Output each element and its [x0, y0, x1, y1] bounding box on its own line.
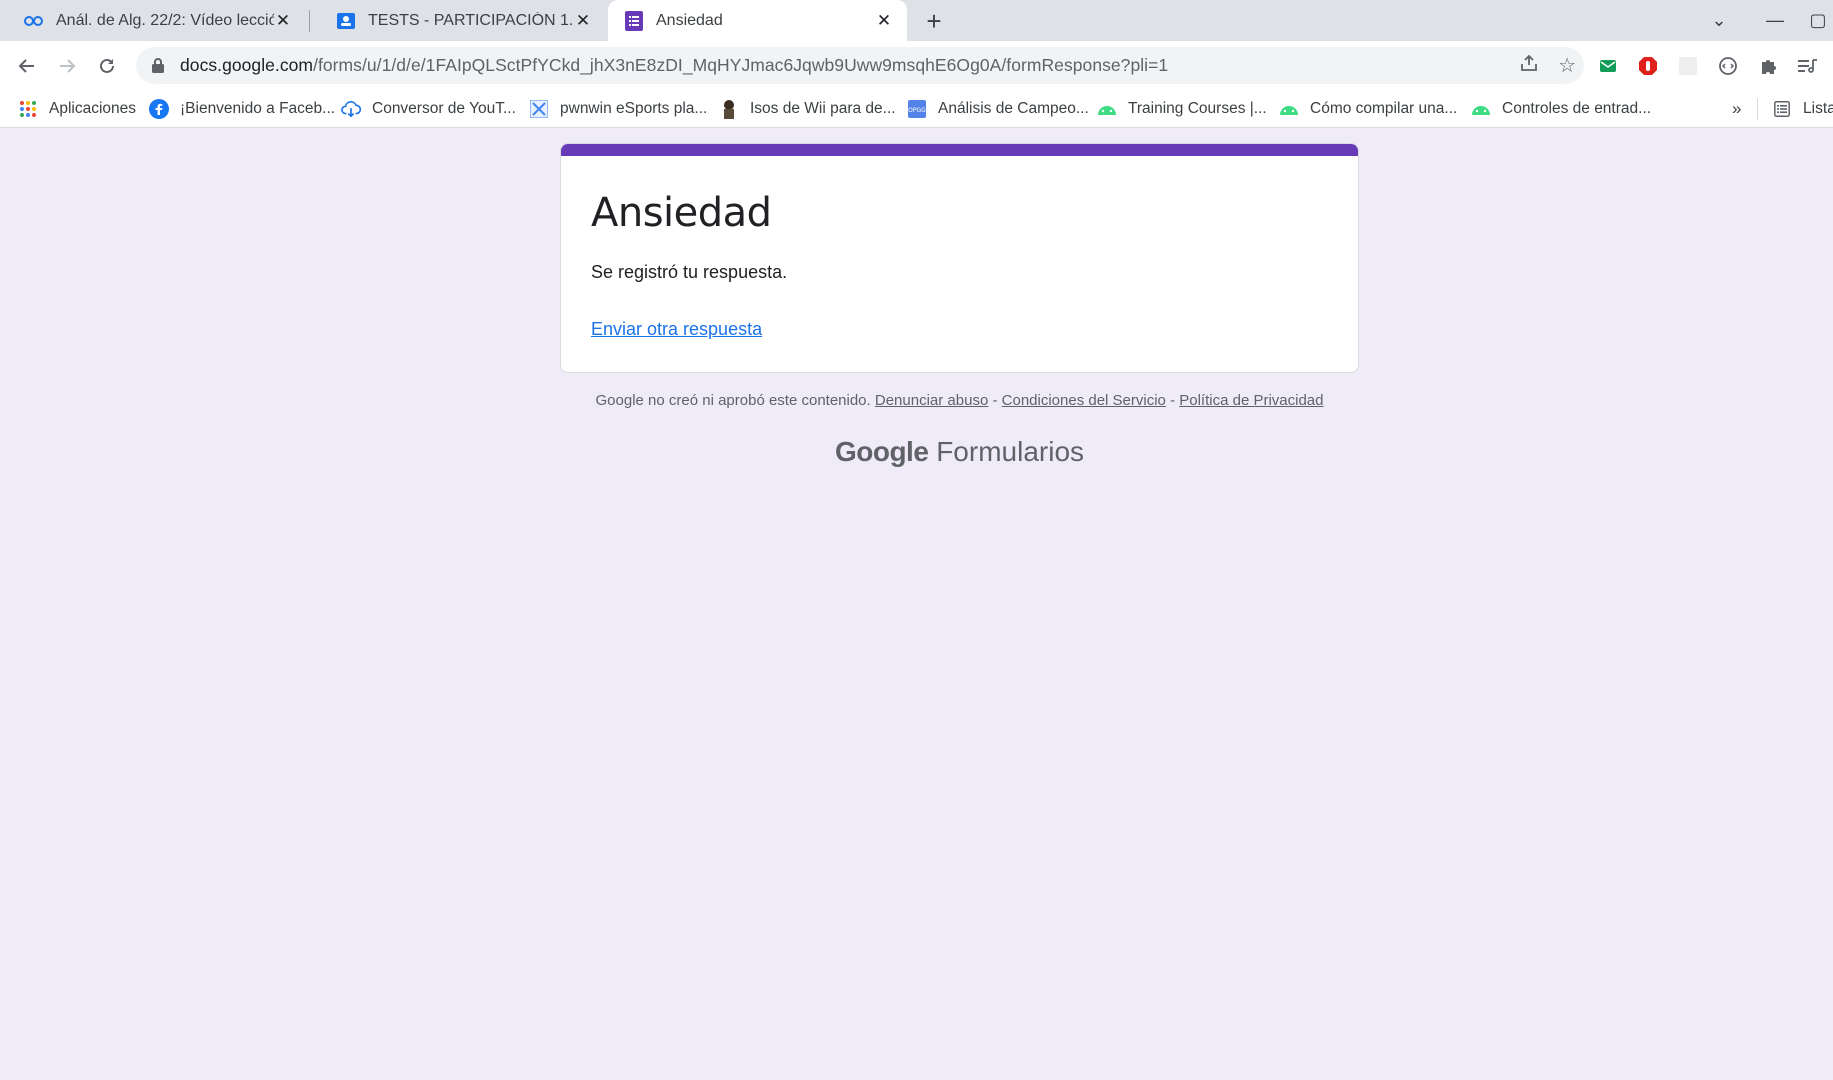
tab-title: TESTS - PARTICIPACIÓN 1.3 [368, 11, 574, 29]
cloud-download-icon [341, 99, 361, 119]
tab-tests[interactable]: TESTS - PARTICIPACIÓN 1.3 ✕ [312, 0, 606, 41]
pwnwin-icon [529, 99, 549, 119]
bookmark-como-compilar[interactable]: Cómo compilar una... [1279, 90, 1457, 128]
reload-icon [100, 58, 114, 73]
blank-extension-icon[interactable] [1675, 53, 1701, 79]
tab-search-icon[interactable]: ⌄ [1691, 10, 1747, 31]
forward-button[interactable] [52, 51, 82, 81]
google-forms-logo[interactable]: Google Formularios [560, 436, 1359, 468]
bookmark-pwnwin[interactable]: pwnwin eSports pla... [529, 90, 707, 128]
report-abuse-link[interactable]: Denunciar abuso [875, 392, 988, 409]
tab-divider [309, 10, 310, 32]
circle-extension-icon[interactable] [1715, 53, 1741, 79]
apps-grid-icon [18, 99, 38, 119]
bookmark-aplicaciones[interactable]: Aplicaciones [18, 90, 136, 128]
media-control-icon[interactable] [1795, 53, 1821, 79]
bookmarks-overflow-button[interactable]: » [1732, 90, 1741, 128]
window-controls: ⌄ — ▢ [1691, 0, 1833, 41]
bookmark-label: Training Courses |... [1128, 100, 1267, 117]
google-forms-icon [624, 10, 644, 31]
back-arrow-icon [18, 59, 34, 73]
share-icon[interactable] [1520, 54, 1538, 78]
close-tab-icon[interactable]: ✕ [274, 11, 292, 30]
tab-ansiedad[interactable]: Ansiedad ✕ [608, 0, 907, 41]
bookmark-conversor[interactable]: Conversor de YouT... [341, 90, 516, 128]
form-title: Ansiedad [591, 190, 772, 236]
browser-toolbar: docs.google.com/forms/u/1/d/e/1FAIpQLSct… [0, 41, 1833, 90]
bookmarks-divider [1757, 90, 1758, 128]
separator: - [992, 392, 998, 409]
bookmark-label: Cómo compilar una... [1310, 100, 1458, 117]
separator: - [1170, 392, 1176, 409]
bookmark-star-icon[interactable]: ☆ [1558, 53, 1576, 78]
extensions-area [1595, 47, 1821, 84]
puzzle-extensions-icon[interactable] [1755, 53, 1781, 79]
android-icon [1279, 99, 1299, 119]
android-icon [1471, 99, 1491, 119]
google-wordmark: Google [834, 436, 929, 467]
bookmark-label: Aplicaciones [49, 100, 137, 117]
url-text: docs.google.com/forms/u/1/d/e/1FAIpQLSct… [180, 55, 1168, 76]
ea-logo-icon [24, 11, 44, 31]
tab-strip: Anál. de Alg. 22/2: Vídeo lección: ✕ TES… [0, 0, 1833, 41]
bookmark-opgg[interactable]: OPGG Análisis de Campeo... [907, 90, 1089, 128]
card-accent-bar [561, 144, 1358, 156]
terms-of-service-link[interactable]: Condiciones del Servicio [1002, 392, 1166, 409]
svg-text:OPGG: OPGG [908, 107, 926, 114]
mail-extension-icon[interactable] [1595, 53, 1621, 79]
bookmark-label: Conversor de YouT... [372, 100, 516, 117]
facebook-icon [149, 99, 169, 119]
bookmark-isos-wii[interactable]: Isos de Wii para de... [719, 90, 896, 128]
bookmark-label: Análisis de Campeo... [938, 100, 1089, 117]
submit-another-response-link[interactable]: Enviar otra respuesta [591, 319, 762, 340]
tab-title: Ansiedad [656, 11, 723, 29]
url-host: docs.google.com [180, 55, 314, 75]
minimize-icon[interactable]: — [1747, 10, 1803, 31]
google-classroom-icon [336, 11, 356, 31]
reading-list-icon [1772, 99, 1792, 119]
adblock-extension-icon[interactable] [1635, 53, 1661, 79]
opgg-icon: OPGG [907, 99, 927, 119]
maximize-icon[interactable]: ▢ [1803, 10, 1833, 31]
reading-list-button[interactable]: Lista [1772, 90, 1833, 128]
back-button[interactable] [12, 51, 42, 81]
reload-button[interactable] [92, 51, 122, 81]
forms-wordmark: Formularios [936, 436, 1085, 467]
reading-list-label: Lista [1803, 100, 1833, 117]
overflow-chevron-icon: » [1732, 99, 1742, 118]
bookmarks-bar: Aplicaciones ¡Bienvenido a Faceb... Conv… [0, 90, 1833, 128]
address-bar[interactable]: docs.google.com/forms/u/1/d/e/1FAIpQLSct… [136, 47, 1584, 84]
bookmark-label: Isos de Wii para de... [750, 100, 896, 117]
bookmark-training-courses[interactable]: Training Courses |... [1097, 90, 1267, 128]
tab-anal-alg[interactable]: Anál. de Alg. 22/2: Vídeo lección: ✕ [0, 0, 306, 41]
bookmark-facebook[interactable]: ¡Bienvenido a Faceb... [149, 90, 335, 128]
forward-arrow-icon [60, 59, 76, 73]
close-tab-icon[interactable]: ✕ [875, 11, 893, 30]
form-confirmation-card: Ansiedad Se registró tu respuesta. Envia… [560, 143, 1359, 373]
bookmark-label: Controles de entrad... [1502, 100, 1652, 117]
new-tab-button[interactable]: + [920, 6, 948, 36]
bookmark-controles[interactable]: Controles de entrad... [1471, 90, 1651, 128]
bookmark-label: ¡Bienvenido a Faceb... [180, 100, 336, 117]
close-tab-icon[interactable]: ✕ [574, 11, 592, 30]
lock-icon[interactable] [150, 58, 166, 74]
character-icon [719, 99, 739, 119]
omnibox-actions: ☆ [1520, 47, 1576, 84]
android-icon [1097, 99, 1117, 119]
footer-disclaimer: Google no creó ni aprobó este contenido.… [560, 392, 1359, 409]
privacy-policy-link[interactable]: Política de Privacidad [1179, 392, 1323, 409]
url-path: /forms/u/1/d/e/1FAIpQLSctPfYCkd_jhX3nE8z… [313, 55, 1169, 75]
confirmation-message: Se registró tu respuesta. [591, 262, 788, 282]
tab-title: Anál. de Alg. 22/2: Vídeo lección: [56, 11, 274, 29]
bookmark-label: pwnwin eSports pla... [560, 100, 708, 117]
disclaimer-text: Google no creó ni aprobó este contenido. [595, 392, 871, 409]
